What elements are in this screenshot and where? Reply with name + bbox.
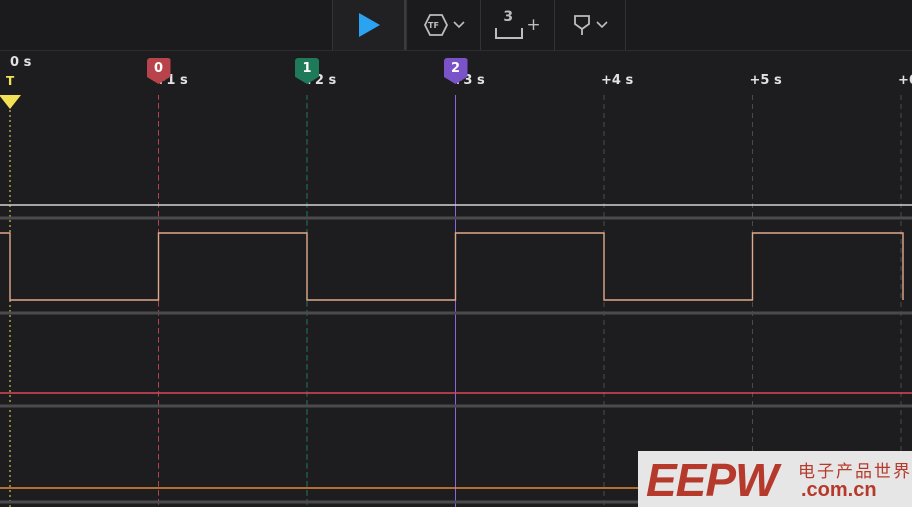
watermark-domain: .com.cn <box>801 479 877 501</box>
tick-label: +6 <box>898 73 912 88</box>
toolbar: TF 3 + <box>0 0 912 51</box>
watermark: EEPW 电子产品世界 .com.cn <box>638 451 912 507</box>
measure-plus: + <box>526 15 541 35</box>
start-capture-button[interactable] <box>332 0 406 50</box>
tick-label: +4 s <box>601 73 634 88</box>
waveform-area[interactable] <box>0 95 912 507</box>
add-marker-button[interactable] <box>554 0 626 50</box>
logic-analyzer-window: TF 3 + 0 s T +1 s +2 s +3 s +4 s +5 s + … <box>0 0 912 507</box>
chevron-down-icon <box>452 21 465 29</box>
square-wave-trace <box>0 232 904 301</box>
waveform-canvas <box>0 95 912 507</box>
play-icon <box>358 13 380 37</box>
tick-label: +5 s <box>749 73 782 88</box>
trigger-label: T <box>6 74 15 88</box>
trigger-glyph: TF <box>428 20 439 30</box>
measure-bracket-icon <box>495 28 524 39</box>
watermark-logo: EEPW <box>646 454 778 506</box>
zero-time-label: 0 s <box>10 55 32 70</box>
time-ruler[interactable]: 0 s T +1 s+2 s+3 s+4 s+5 s+6 012 <box>0 51 912 109</box>
add-measurement-button[interactable]: 3 + <box>480 0 554 50</box>
chevron-down-icon <box>596 21 608 29</box>
trigger-settings-button[interactable]: TF <box>406 0 480 50</box>
toolbar-controls: TF 3 + <box>332 0 626 50</box>
measure-count: 3 <box>503 9 514 25</box>
measurement-icon: 3 <box>494 9 524 41</box>
marker-pin-icon <box>574 15 590 35</box>
